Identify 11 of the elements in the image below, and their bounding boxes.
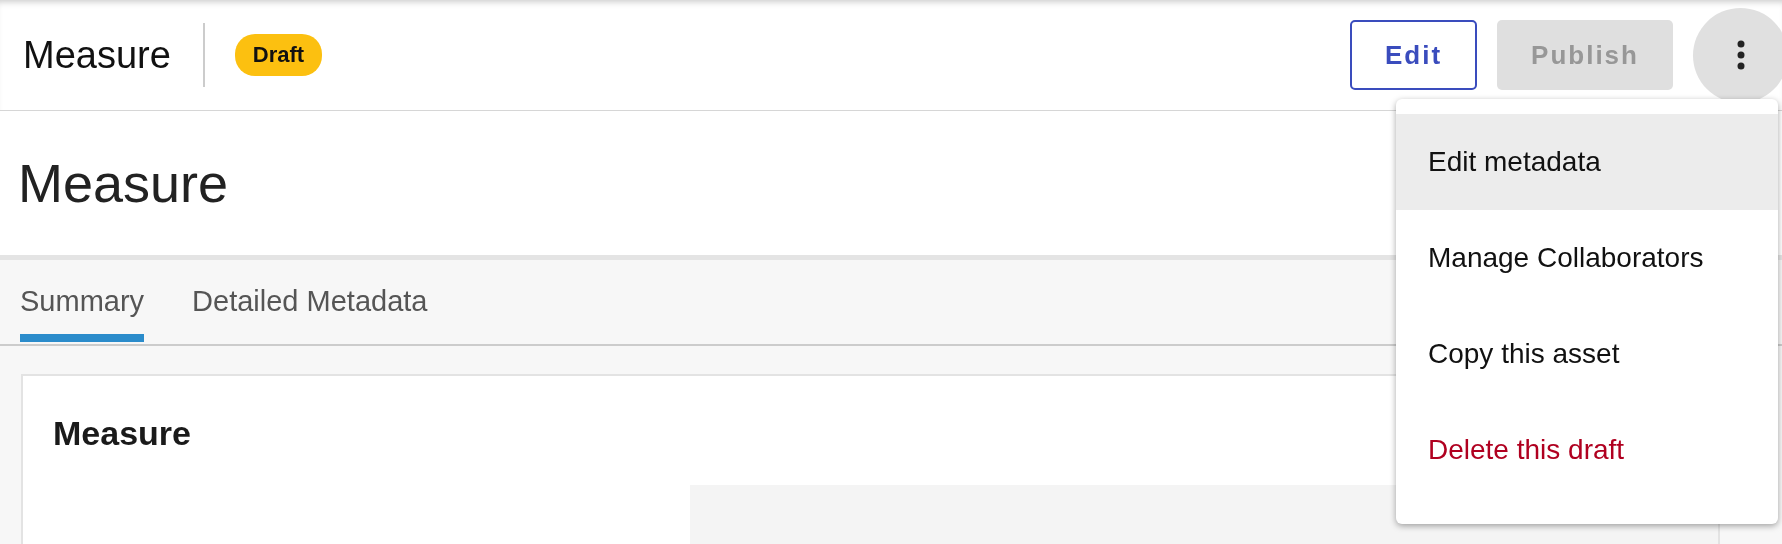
edit-button[interactable]: Edit: [1350, 20, 1477, 90]
menu-item[interactable]: Delete this draft: [1396, 402, 1778, 498]
menu-item[interactable]: Edit metadata: [1396, 114, 1778, 210]
more-vertical-icon: [1735, 40, 1746, 70]
status-badge: Draft: [234, 34, 323, 76]
tab[interactable]: Detailed Metadata: [192, 260, 428, 342]
header-title: Measure: [23, 33, 171, 77]
menu-item[interactable]: Copy this asset: [1396, 306, 1778, 402]
menu-item[interactable]: Manage Collaborators: [1396, 210, 1778, 306]
card-title: Measure: [53, 414, 191, 453]
page-title: Measure: [18, 152, 229, 214]
